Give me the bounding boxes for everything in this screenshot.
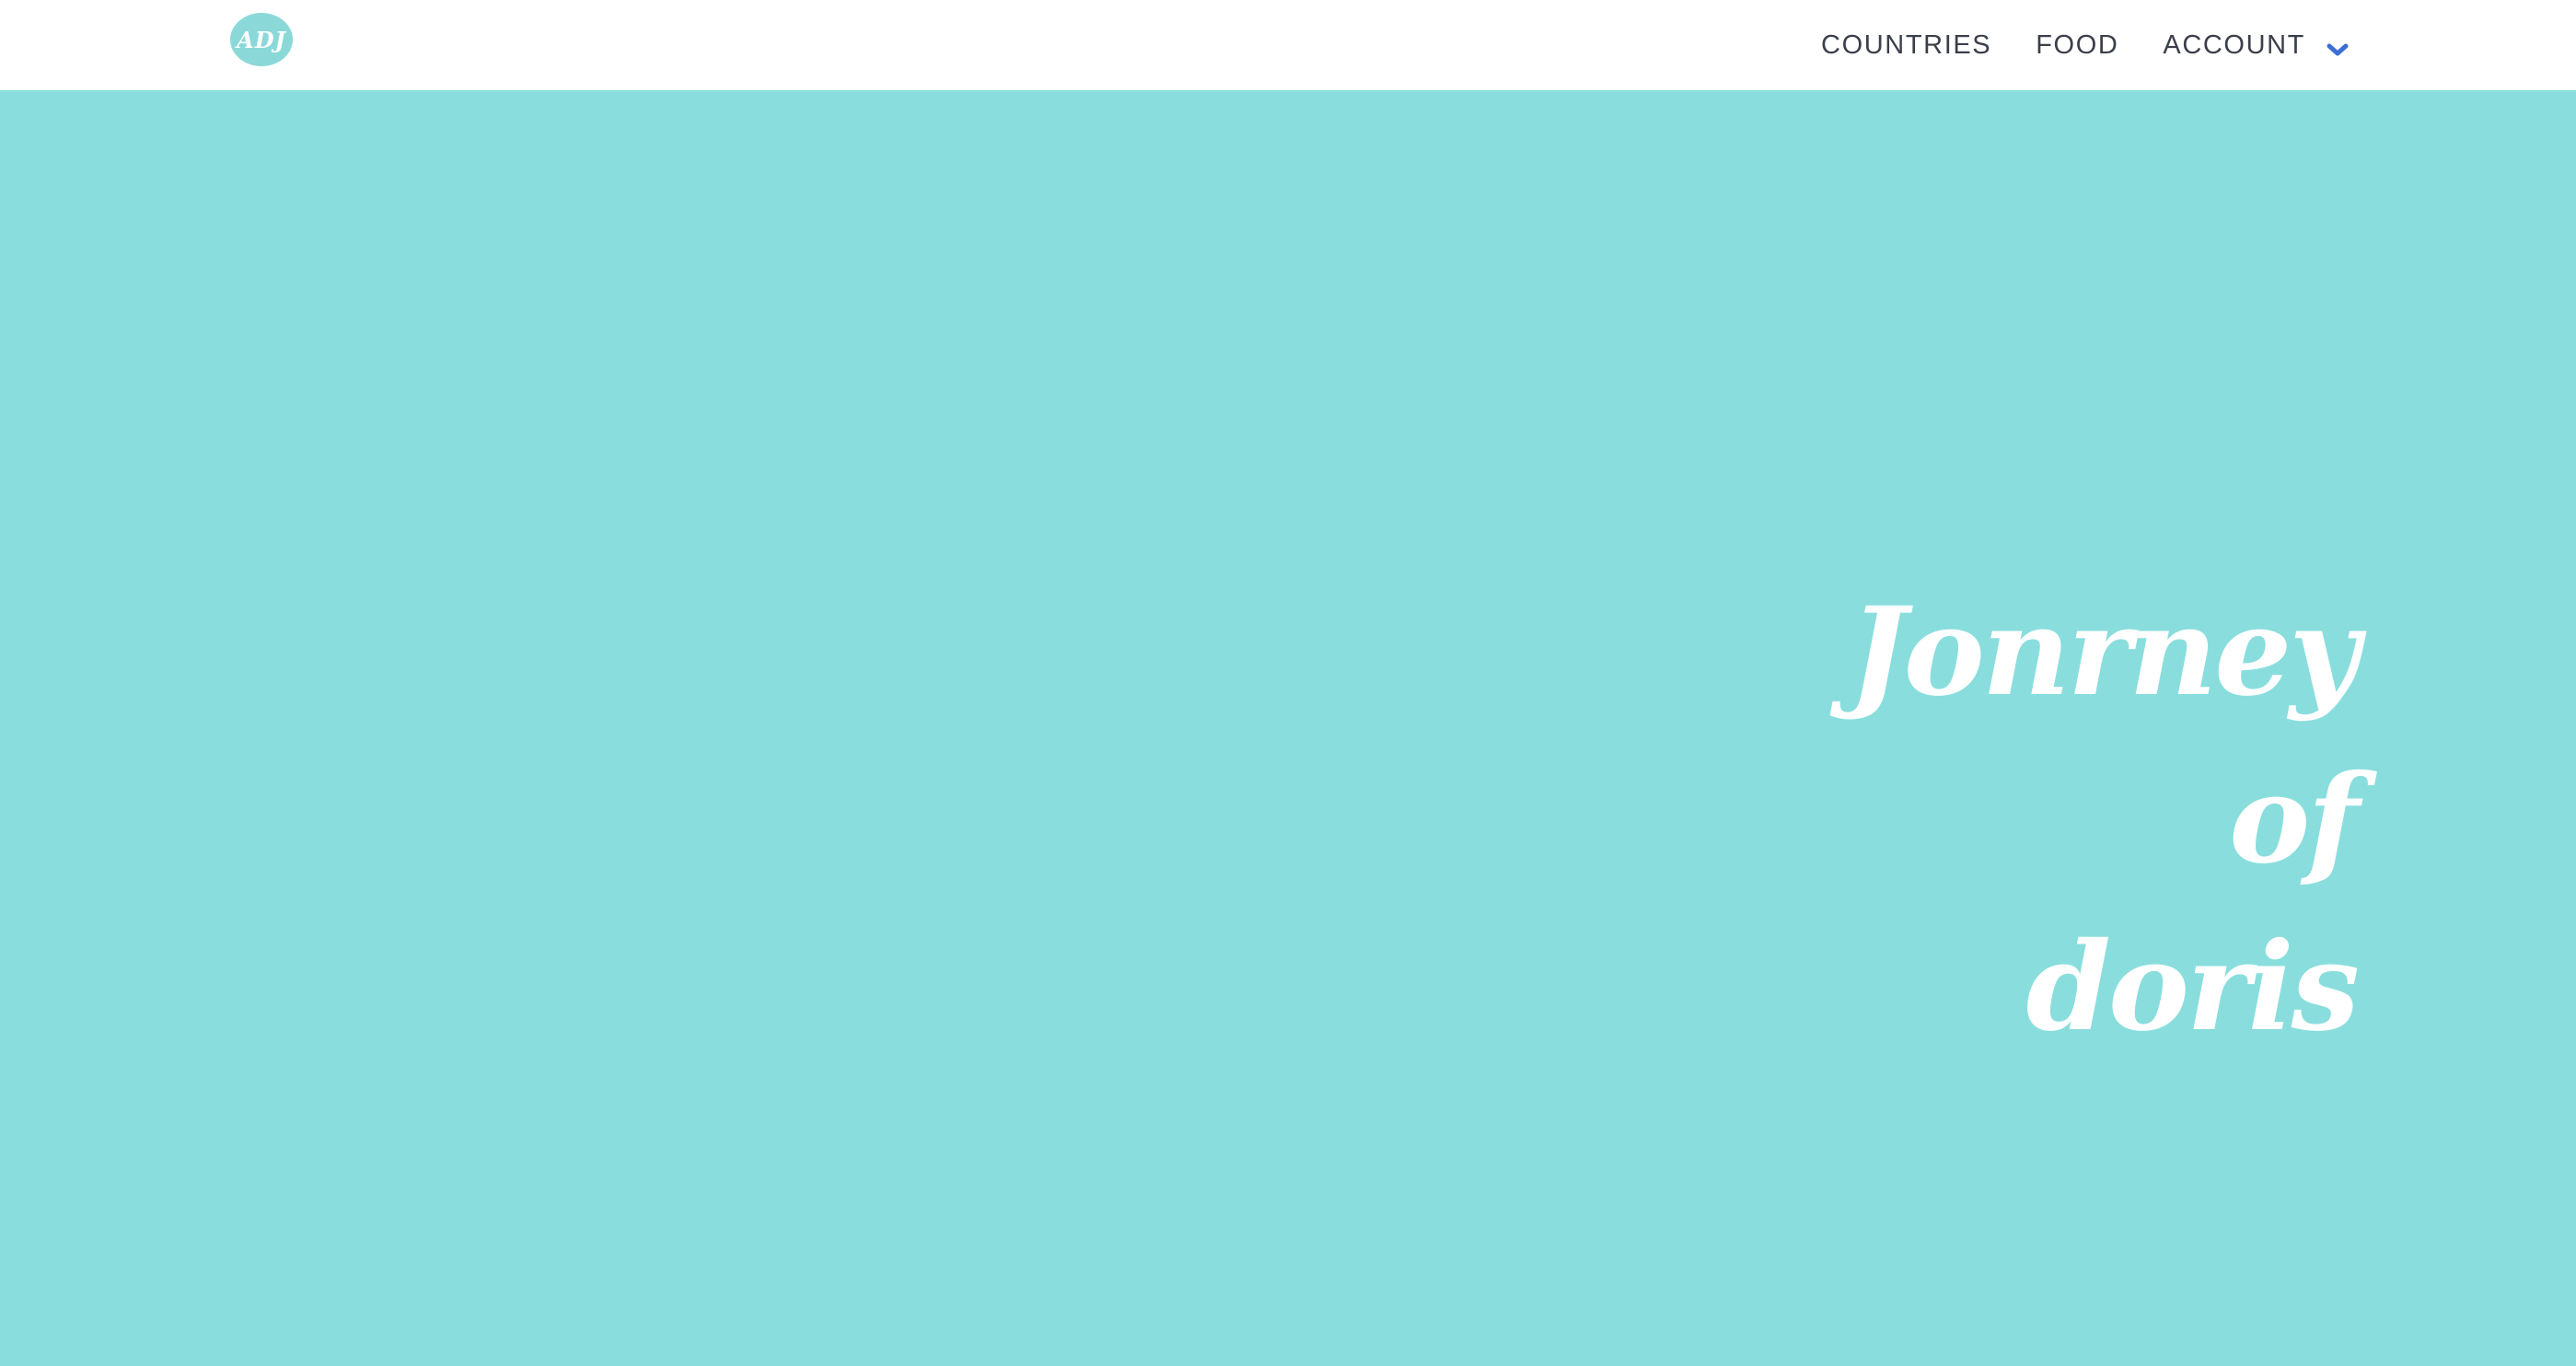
nav-link-countries[interactable]: COUNTRIES — [1821, 30, 1991, 61]
hero-section: Jonrney of doris — [0, 90, 2576, 1366]
site-logo[interactable]: ADJ — [230, 13, 293, 66]
nav-link-account-label: ACCOUNT — [2163, 29, 2305, 60]
hero-title-line-1: Jonrney of — [1849, 581, 2360, 891]
nav-link-account[interactable]: ACCOUNT — [2163, 30, 2351, 61]
nav-links: COUNTRIES FOOD ACCOUNT — [1821, 0, 2351, 90]
nav-link-food[interactable]: FOOD — [2036, 30, 2118, 61]
logo-text: ADJ — [237, 26, 286, 53]
hero-title-line-2: doris — [2025, 916, 2360, 1059]
hero-title: Jonrney of doris — [1712, 569, 2360, 1071]
chevron-down-icon[interactable] — [2324, 36, 2351, 56]
top-navbar: ADJ COUNTRIES FOOD ACCOUNT — [0, 0, 2576, 90]
